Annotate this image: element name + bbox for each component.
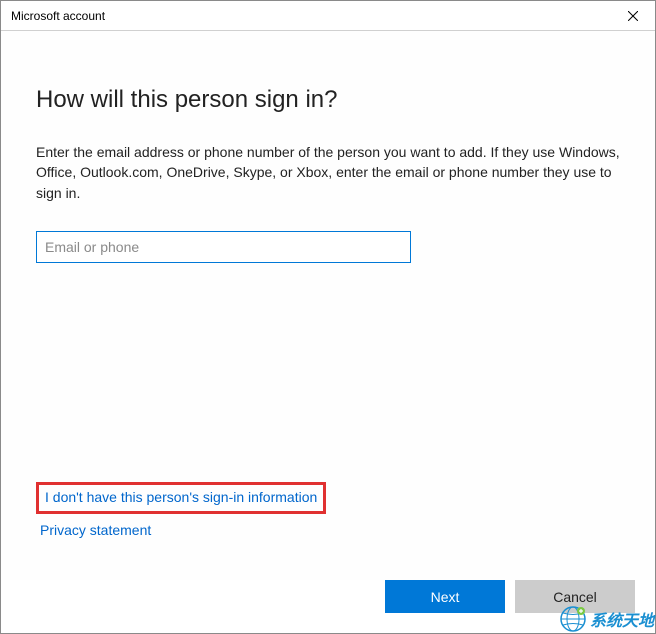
window-title: Microsoft account: [1, 9, 105, 23]
no-signin-info-highlight: I don't have this person's sign-in infor…: [36, 482, 326, 514]
spacer: [36, 263, 620, 482]
no-signin-info-link[interactable]: I don't have this person's sign-in infor…: [45, 489, 317, 505]
ms-account-window: Microsoft account How will this person s…: [0, 0, 656, 634]
close-icon: [628, 11, 638, 21]
footer-buttons: Next Cancel: [1, 580, 655, 633]
privacy-statement-link[interactable]: Privacy statement: [36, 522, 620, 538]
page-heading: How will this person sign in?: [36, 86, 620, 114]
close-button[interactable]: [610, 1, 655, 31]
email-or-phone-input[interactable]: [36, 231, 411, 263]
content-area: How will this person sign in? Enter the …: [1, 31, 655, 580]
titlebar: Microsoft account: [1, 1, 655, 31]
page-description: Enter the email address or phone number …: [36, 142, 620, 203]
cancel-button[interactable]: Cancel: [515, 580, 635, 613]
next-button[interactable]: Next: [385, 580, 505, 613]
